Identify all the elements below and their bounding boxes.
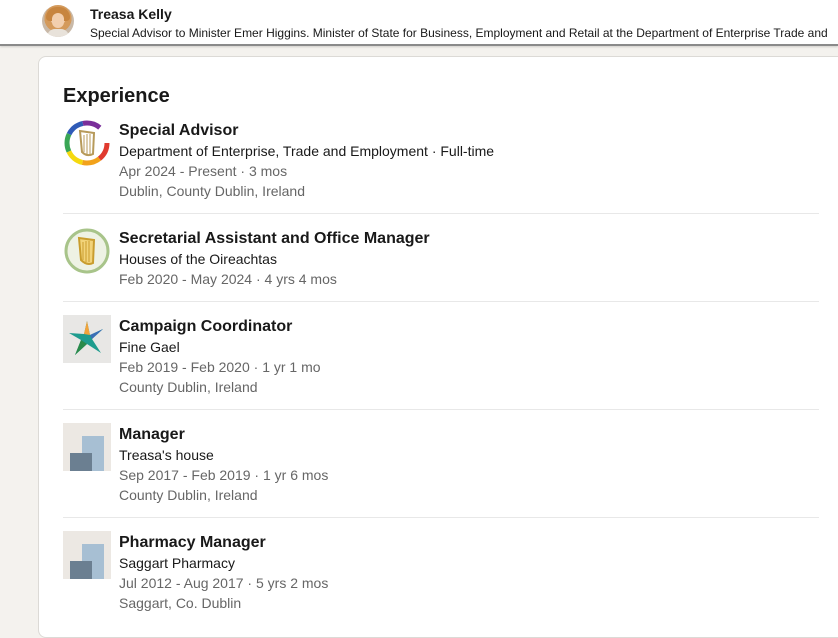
placeholder-bar — [70, 453, 92, 471]
location: Saggart, Co. Dublin — [119, 595, 242, 611]
harp-rainbow-logo[interactable] — [63, 119, 111, 167]
company-placeholder-logo — [63, 423, 111, 471]
date-range: Apr 2024 - Present · 3 mos — [119, 163, 288, 179]
divider — [63, 301, 819, 302]
job-title[interactable]: Secretarial Assistant and Office Manager — [119, 229, 819, 249]
date-range: Feb 2019 - Feb 2020 · 1 yr 1 mo — [119, 359, 321, 375]
sticky-profile-header: Treasa Kelly Special Advisor to Minister… — [0, 0, 838, 46]
company-name: Treasa's house — [119, 447, 214, 463]
avatar-face — [52, 13, 64, 28]
profile-headline: Special Advisor to Minister Emer Higgins… — [90, 26, 832, 40]
experience-card: Experience Special Advisor Department of… — [38, 56, 838, 638]
job-title[interactable]: Campaign Coordinator — [119, 317, 819, 337]
job-title[interactable]: Pharmacy Manager — [119, 533, 819, 553]
divider — [63, 213, 819, 214]
location: Dublin, County Dublin, Ireland — [119, 183, 305, 199]
company-name: Department of Enterprise, Trade and Empl… — [119, 143, 495, 159]
location: County Dublin, Ireland — [119, 487, 258, 503]
company-name: Houses of the Oireachtas — [119, 251, 277, 267]
company-placeholder-logo — [63, 531, 111, 579]
star-logo[interactable] — [63, 315, 111, 363]
date-range: Jul 2012 - Aug 2017 · 5 yrs 2 mos — [119, 575, 329, 591]
divider — [63, 409, 819, 410]
section-title: Experience — [63, 85, 170, 107]
avatar[interactable] — [42, 5, 74, 37]
avatar-shirt — [47, 29, 69, 37]
date-range: Sep 2017 - Feb 2019 · 1 yr 6 mos — [119, 467, 329, 483]
job-title[interactable]: Manager — [119, 425, 819, 445]
company-name: Fine Gael — [119, 339, 180, 355]
location: County Dublin, Ireland — [119, 379, 258, 395]
company-name: Saggart Pharmacy — [119, 555, 235, 571]
placeholder-bar — [70, 561, 92, 579]
profile-name[interactable]: Treasa Kelly — [90, 6, 172, 22]
job-title[interactable]: Special Advisor — [119, 121, 819, 141]
date-range: Feb 2020 - May 2024 · 4 yrs 4 mos — [119, 271, 337, 287]
divider — [63, 517, 819, 518]
harp-green-logo[interactable] — [63, 227, 111, 275]
